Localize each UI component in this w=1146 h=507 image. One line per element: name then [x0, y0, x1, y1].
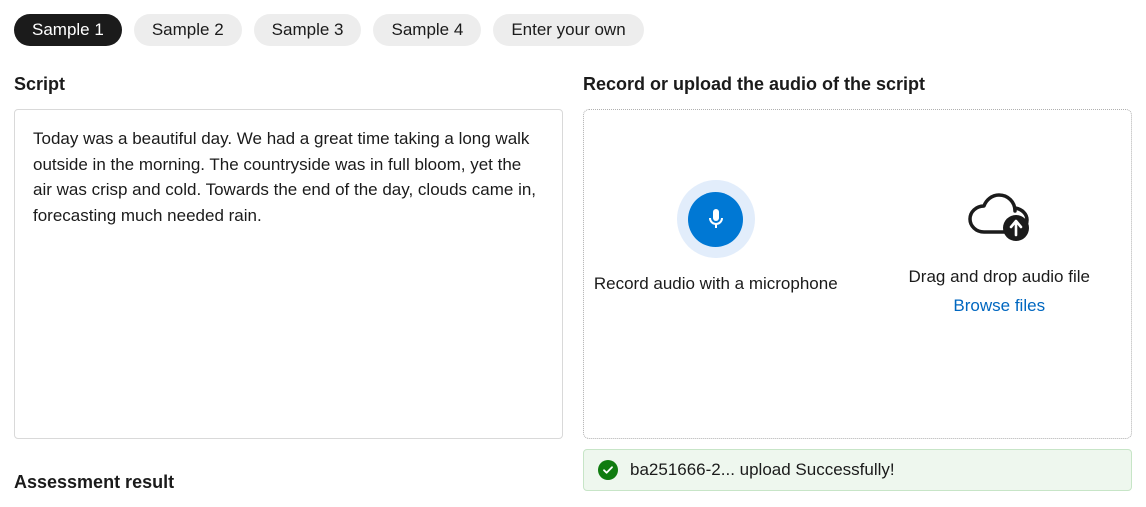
record-button[interactable] [677, 180, 755, 258]
tab-sample-2[interactable]: Sample 2 [134, 14, 242, 46]
cloud-upload-icon [967, 188, 1032, 248]
tab-sample-4[interactable]: Sample 4 [373, 14, 481, 46]
record-option: Record audio with a microphone [584, 180, 848, 297]
assessment-result-heading: Assessment result [14, 472, 563, 493]
tab-sample-3[interactable]: Sample 3 [254, 14, 362, 46]
sample-tabs: Sample 1 Sample 2 Sample 3 Sample 4 Ente… [14, 14, 1132, 46]
tab-enter-your-own[interactable]: Enter your own [493, 14, 643, 46]
script-heading: Script [14, 74, 563, 95]
upload-status-banner: ba251666-2... upload Successfully! [583, 449, 1132, 491]
microphone-icon [704, 207, 728, 231]
upload-option: Drag and drop audio file Browse files [868, 180, 1132, 316]
upload-drop-area[interactable]: Record audio with a microphone Drag and … [583, 109, 1132, 439]
script-textarea[interactable] [14, 109, 563, 439]
browse-files-link[interactable]: Browse files [953, 296, 1045, 316]
record-label: Record audio with a microphone [594, 272, 838, 297]
upload-status-text: ba251666-2... upload Successfully! [630, 460, 895, 480]
success-check-icon [598, 460, 618, 480]
drop-label: Drag and drop audio file [909, 265, 1090, 290]
record-upload-heading: Record or upload the audio of the script [583, 74, 1132, 95]
tab-sample-1[interactable]: Sample 1 [14, 14, 122, 46]
